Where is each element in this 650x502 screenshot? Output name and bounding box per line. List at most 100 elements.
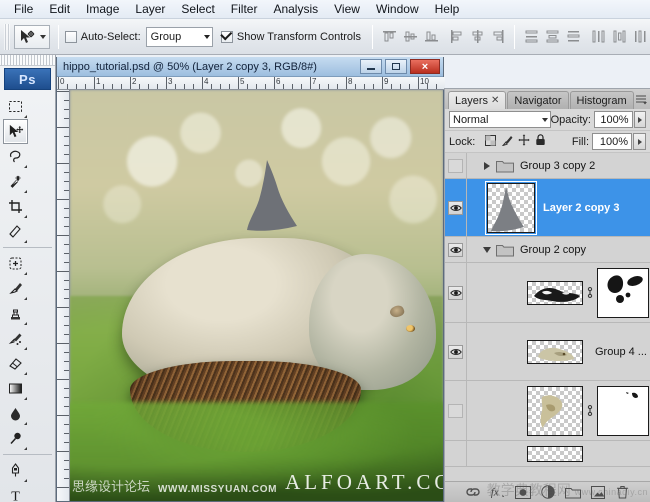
marquee-flyout-corner-icon[interactable] [24, 115, 27, 118]
lasso-flyout-corner-icon[interactable] [24, 165, 27, 168]
distribute-vertical-centers-button[interactable] [542, 27, 562, 47]
lock-transparent-pixels-icon[interactable] [485, 135, 496, 149]
dodge-tool-icon[interactable] [3, 426, 28, 451]
distribute-top-edges-button[interactable] [521, 27, 541, 47]
tool-preset-picker[interactable] [14, 25, 50, 49]
align-vertical-centers-button[interactable] [400, 27, 420, 47]
blur-tool-icon[interactable] [3, 401, 28, 426]
lasso-tool-icon[interactable] [3, 144, 28, 169]
clone-flyout-corner-icon[interactable] [24, 322, 27, 325]
lock-all-icon[interactable] [535, 134, 546, 149]
add-layer-mask-button[interactable] [515, 484, 531, 500]
menu-item-view[interactable]: View [326, 0, 368, 18]
marquee-tool-icon[interactable] [3, 94, 28, 119]
table-row[interactable]: Group 4 ... [445, 323, 650, 381]
eraser-flyout-corner-icon[interactable] [24, 372, 27, 375]
slice-tool-icon[interactable] [3, 219, 28, 244]
gradient-tool-icon[interactable] [3, 376, 28, 401]
type-tool-icon[interactable]: T [3, 483, 28, 502]
table-row[interactable] [445, 381, 650, 441]
align-horizontal-centers-button[interactable] [467, 27, 487, 47]
menu-item-image[interactable]: Image [78, 0, 127, 18]
restore-button[interactable] [385, 59, 407, 74]
auto-select-target-dropdown[interactable]: Group [146, 27, 213, 47]
blend-mode-chevron-down-icon[interactable] [542, 118, 548, 122]
layer-visibility-toggle[interactable] [445, 323, 467, 380]
crop-tool-icon[interactable] [3, 194, 28, 219]
brush-flyout-corner-icon[interactable] [24, 297, 27, 300]
lock-position-icon[interactable] [518, 134, 530, 149]
clone-stamp-tool-icon[interactable] [3, 301, 28, 326]
lock-image-pixels-icon[interactable] [501, 135, 513, 149]
tools-panel-gripper[interactable] [0, 55, 55, 66]
mask-link-icon[interactable] [585, 404, 595, 417]
new-adjustment-layer-button[interactable] [540, 484, 556, 500]
delete-layer-button[interactable] [615, 484, 631, 500]
table-row[interactable] [445, 441, 650, 467]
opacity-input[interactable]: 100% [594, 111, 633, 128]
link-layers-button[interactable] [465, 484, 481, 500]
gradient-flyout-corner-icon[interactable] [24, 397, 27, 400]
close-icon[interactable]: ✕ [491, 95, 499, 106]
fill-input[interactable]: 100% [592, 133, 632, 150]
table-row[interactable]: Group 2 copy [445, 237, 650, 263]
healing-flyout-corner-icon[interactable] [24, 272, 27, 275]
menu-item-filter[interactable]: Filter [223, 0, 266, 18]
eraser-tool-icon[interactable] [3, 351, 28, 376]
menu-item-edit[interactable]: Edit [41, 0, 78, 18]
tab-navigator[interactable]: Navigator [507, 91, 568, 109]
table-row[interactable] [445, 263, 650, 323]
layer-thumbnail[interactable] [527, 281, 583, 305]
layer-visibility-toggle[interactable] [445, 179, 467, 236]
menu-item-analysis[interactable]: Analysis [265, 0, 326, 18]
layer-thumbnail[interactable] [527, 446, 583, 462]
history-brush-flyout-corner-icon[interactable] [24, 347, 27, 350]
vertical-ruler[interactable] [57, 90, 70, 501]
move-tool-icon[interactable] [3, 119, 28, 144]
minimize-button[interactable] [360, 59, 382, 74]
layer-visibility-toggle[interactable] [445, 153, 467, 178]
menu-item-window[interactable]: Window [368, 0, 427, 18]
close-button[interactable]: × [410, 59, 440, 74]
layer-visibility-toggle[interactable] [445, 237, 467, 262]
panel-menu-icon[interactable] [634, 92, 648, 106]
history-brush-tool-icon[interactable] [3, 326, 28, 351]
document-title-bar[interactable]: hippo_tutorial.psd @ 50% (Layer 2 copy 3… [57, 57, 443, 77]
slice-flyout-corner-icon[interactable] [24, 240, 27, 243]
distribute-bottom-edges-button[interactable] [563, 27, 583, 47]
layer-thumbnail[interactable] [527, 386, 583, 436]
layer-visibility-toggle[interactable] [445, 263, 467, 322]
pen-flyout-corner-icon[interactable] [24, 479, 27, 482]
dodge-flyout-corner-icon[interactable] [24, 447, 27, 450]
crop-flyout-corner-icon[interactable] [24, 215, 27, 218]
align-left-edges-button[interactable] [446, 27, 466, 47]
auto-select-checkbox[interactable] [65, 31, 76, 43]
auto-select-chevron-down-icon[interactable] [204, 35, 210, 39]
new-group-button[interactable] [565, 484, 581, 500]
table-row[interactable]: Group 3 copy 2 [445, 153, 650, 179]
layer-mask-thumbnail[interactable] [597, 386, 649, 436]
fill-slider-arrow-icon[interactable] [633, 133, 646, 150]
brush-tool-icon[interactable] [3, 276, 28, 301]
group-disclosure-arrow-icon[interactable] [481, 247, 493, 253]
layer-visibility-toggle[interactable] [445, 441, 467, 466]
mask-link-icon[interactable] [585, 286, 595, 299]
layer-thumbnail[interactable] [487, 183, 535, 233]
blend-mode-dropdown[interactable]: Normal [449, 111, 551, 128]
menu-item-layer[interactable]: Layer [127, 0, 173, 18]
table-row[interactable]: Layer 2 copy 3 [445, 179, 650, 237]
menu-item-file[interactable]: File [6, 0, 41, 18]
distribute-left-edges-button[interactable] [588, 27, 608, 47]
magic-wand-flyout-corner-icon[interactable] [24, 190, 27, 193]
show-transform-controls-checkbox[interactable] [221, 31, 233, 43]
layer-visibility-toggle[interactable] [445, 381, 467, 440]
menu-item-help[interactable]: Help [427, 0, 468, 18]
group-disclosure-arrow-icon[interactable] [481, 162, 493, 170]
align-top-edges-button[interactable] [379, 27, 399, 47]
pen-tool-icon[interactable] [3, 458, 28, 483]
layer-thumbnail[interactable] [527, 340, 583, 364]
distribute-right-edges-button[interactable] [630, 27, 650, 47]
layer-style-fx-button[interactable]: fx [490, 484, 506, 500]
layer-list[interactable]: Group 3 copy 2 Layer 2 copy 3 [445, 153, 650, 481]
canvas-viewport[interactable]: 思缘设计论坛 WWW.MISSYUAN.COM ALFOART.COM [70, 90, 443, 501]
